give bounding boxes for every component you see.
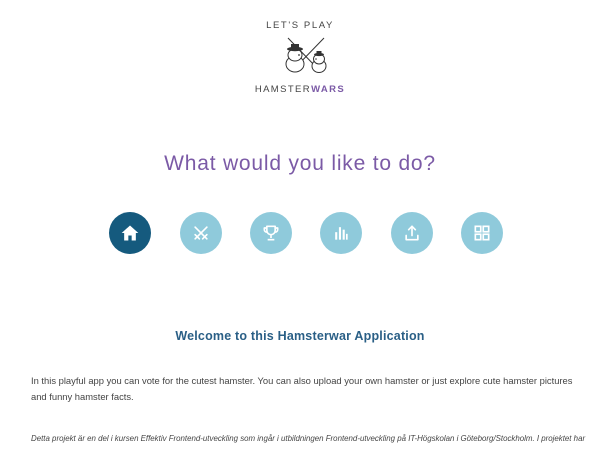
nav-leaderboard-button[interactable]: [250, 212, 292, 254]
trophy-icon: [263, 225, 279, 241]
crossed-swords-icon: [194, 226, 208, 240]
nav-upload-button[interactable]: [391, 212, 433, 254]
logo-brand-part1: HAMSTER: [254, 84, 312, 95]
nav-gallery-button[interactable]: [461, 212, 503, 254]
course-footnote: Detta projekt är en del i kursen Effekti…: [31, 434, 586, 443]
nav-statistics-button[interactable]: [320, 212, 362, 254]
logo-tagline: LET'S PLAY: [266, 20, 334, 31]
main-nav: [0, 212, 600, 254]
upload-icon: [405, 225, 419, 241]
logo-brand-name: HAMSTERWARS: [0, 84, 600, 95]
fighting-hamsters-logo-art: [285, 37, 327, 73]
logo-brand-part2: WARS: [311, 84, 346, 95]
page-headline: What would you like to do?: [164, 152, 436, 175]
gallery-grid-icon: [474, 225, 490, 241]
nav-home-button[interactable]: [109, 212, 151, 254]
home-page: LET'S PLAY HAMSTERWARS What would you li…: [0, 0, 600, 450]
intro-paragraph: In this playful app you can vote for the…: [31, 375, 573, 402]
welcome-title: Welcome to this Hamsterwar Application: [175, 329, 425, 343]
bar-chart-icon: [335, 227, 348, 240]
nav-battle-button[interactable]: [180, 212, 222, 254]
home-icon: [121, 225, 139, 241]
